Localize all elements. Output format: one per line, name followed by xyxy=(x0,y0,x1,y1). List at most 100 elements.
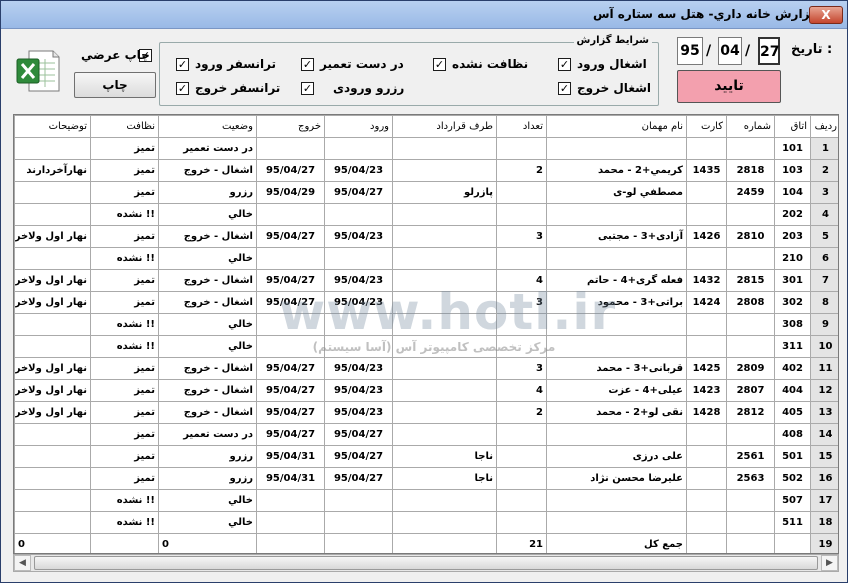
table-cell[interactable]: 308 xyxy=(774,313,811,336)
row-number-cell[interactable]: 12 xyxy=(810,379,838,402)
table-row[interactable]: 15 501 2561 علی درزی ناجا 95/04/27 95/04/31 رزر… xyxy=(14,445,838,468)
table-cell[interactable]: نهارآخردارند xyxy=(14,159,91,182)
table-cell[interactable]: 95/04/23 xyxy=(324,401,393,424)
table-cell[interactable]: 3 xyxy=(496,225,547,248)
table-cell[interactable]: نهار اول ولاخر ند xyxy=(14,291,91,314)
table-cell[interactable]: علی درزی xyxy=(546,445,687,468)
table-cell[interactable] xyxy=(392,357,497,380)
table-cell[interactable]: !! نشده xyxy=(90,313,159,336)
table-cell[interactable] xyxy=(546,489,687,512)
date-month-field[interactable]: 04 xyxy=(718,37,742,65)
table-row[interactable]: 18 511 خالي!! نشده xyxy=(14,511,838,534)
table-cell[interactable] xyxy=(686,467,727,490)
table-cell[interactable]: تميز xyxy=(90,181,159,204)
table-cell[interactable]: 402 xyxy=(774,357,811,380)
table-cell[interactable]: 302 xyxy=(774,291,811,314)
column-header[interactable]: اتاق xyxy=(774,115,811,138)
table-cell[interactable] xyxy=(686,247,727,270)
table-cell[interactable]: 95/04/27 xyxy=(256,401,325,424)
table-cell[interactable]: 2563 xyxy=(726,467,775,490)
table-row[interactable]: 9 308 خالي!! نشده xyxy=(14,313,838,336)
table-cell[interactable]: !! نشده xyxy=(90,489,159,512)
table-cell[interactable]: خالي xyxy=(158,489,257,512)
table-cell[interactable]: 95/04/23 xyxy=(324,269,393,292)
table-cell[interactable] xyxy=(14,423,91,446)
table-cell[interactable] xyxy=(726,247,775,270)
print-button[interactable]: چاپ xyxy=(74,72,156,98)
table-cell[interactable]: خالي xyxy=(158,247,257,270)
table-cell[interactable] xyxy=(546,423,687,446)
table-cell[interactable] xyxy=(14,445,91,468)
table-cell[interactable]: 95/04/31 xyxy=(256,445,325,468)
table-cell[interactable] xyxy=(324,489,393,512)
column-header[interactable]: طرف قرارداد xyxy=(392,115,497,138)
table-cell[interactable]: 4 xyxy=(496,269,547,292)
table-row[interactable]: 16 502 2563 عليرضا محسن نژاد ناجا 95/04/27 95/… xyxy=(14,467,838,490)
table-cell[interactable]: تميز xyxy=(90,379,159,402)
table-cell[interactable]: 95/04/27 xyxy=(256,423,325,446)
table-cell[interactable] xyxy=(392,379,497,402)
table-cell[interactable]: 4 xyxy=(496,379,547,402)
row-number-cell[interactable]: 2 xyxy=(810,159,838,182)
table-cell[interactable]: 95/04/27 xyxy=(256,159,325,182)
table-cell[interactable]: تميز xyxy=(90,357,159,380)
scroll-left-arrow-icon[interactable]: ◀ xyxy=(14,555,31,571)
row-number-cell[interactable]: 9 xyxy=(810,313,838,336)
table-cell[interactable] xyxy=(496,511,547,534)
table-cell[interactable]: 511 xyxy=(774,511,811,534)
table-cell[interactable]: 202 xyxy=(774,203,811,226)
table-cell[interactable]: 21 xyxy=(496,533,547,553)
row-number-cell[interactable]: 1 xyxy=(810,137,838,160)
table-cell[interactable] xyxy=(726,511,775,534)
table-cell[interactable]: رزرو xyxy=(158,181,257,204)
table-cell[interactable]: 502 xyxy=(774,467,811,490)
table-cell[interactable]: 95/04/27 xyxy=(256,291,325,314)
table-row[interactable]: 4 202 خالي!! نشده xyxy=(14,203,838,226)
table-cell[interactable]: 3 xyxy=(496,291,547,314)
table-cell[interactable]: تميز xyxy=(90,401,159,424)
close-button[interactable]: X xyxy=(809,6,843,24)
table-cell[interactable]: 95/04/23 xyxy=(324,291,393,314)
table-cell[interactable]: 95/04/27 xyxy=(256,379,325,402)
table-cell[interactable] xyxy=(392,225,497,248)
filter-occupied-arrival-checkbox[interactable]: ✓ xyxy=(558,58,571,71)
table-cell[interactable] xyxy=(726,203,775,226)
table-cell[interactable]: تميز xyxy=(90,269,159,292)
table-cell[interactable]: 404 xyxy=(774,379,811,402)
table-cell[interactable]: کريمي+2 - محمد xyxy=(546,159,687,182)
table-cell[interactable]: 0 xyxy=(14,533,91,553)
table-cell[interactable] xyxy=(256,511,325,534)
table-cell[interactable]: !! نشده xyxy=(90,203,159,226)
table-cell[interactable]: خالي xyxy=(158,335,257,358)
row-number-cell[interactable]: 3 xyxy=(810,181,838,204)
table-cell[interactable] xyxy=(686,181,727,204)
table-cell[interactable] xyxy=(256,313,325,336)
table-cell[interactable] xyxy=(686,335,727,358)
column-header[interactable]: نام مهمان xyxy=(546,115,687,138)
table-cell[interactable]: 101 xyxy=(774,137,811,160)
table-cell[interactable] xyxy=(392,423,497,446)
table-cell[interactable] xyxy=(14,511,91,534)
table-cell[interactable]: رزرو xyxy=(158,467,257,490)
table-cell[interactable]: اشغال - خروج xyxy=(158,379,257,402)
table-cell[interactable]: 2561 xyxy=(726,445,775,468)
table-cell[interactable] xyxy=(726,335,775,358)
table-cell[interactable]: 2 xyxy=(496,159,547,182)
table-row[interactable]: 17 507 خالي!! نشده xyxy=(14,489,838,512)
table-cell[interactable] xyxy=(496,445,547,468)
table-cell[interactable]: 104 xyxy=(774,181,811,204)
table-cell[interactable]: 95/04/27 xyxy=(324,445,393,468)
table-cell[interactable]: 408 xyxy=(774,423,811,446)
table-cell[interactable]: !! نشده xyxy=(90,247,159,270)
table-cell[interactable] xyxy=(686,137,727,160)
table-cell[interactable] xyxy=(392,313,497,336)
column-header[interactable]: ورود xyxy=(324,115,393,138)
table-cell[interactable] xyxy=(726,313,775,336)
table-cell[interactable]: 103 xyxy=(774,159,811,182)
table-cell[interactable]: 95/04/27 xyxy=(324,423,393,446)
table-cell[interactable] xyxy=(256,247,325,270)
table-cell[interactable] xyxy=(686,445,727,468)
table-cell[interactable]: مصطفي لو-ی xyxy=(546,181,687,204)
table-cell[interactable] xyxy=(14,137,91,160)
horizontal-scrollbar[interactable]: ◀ ▶ xyxy=(13,554,839,572)
